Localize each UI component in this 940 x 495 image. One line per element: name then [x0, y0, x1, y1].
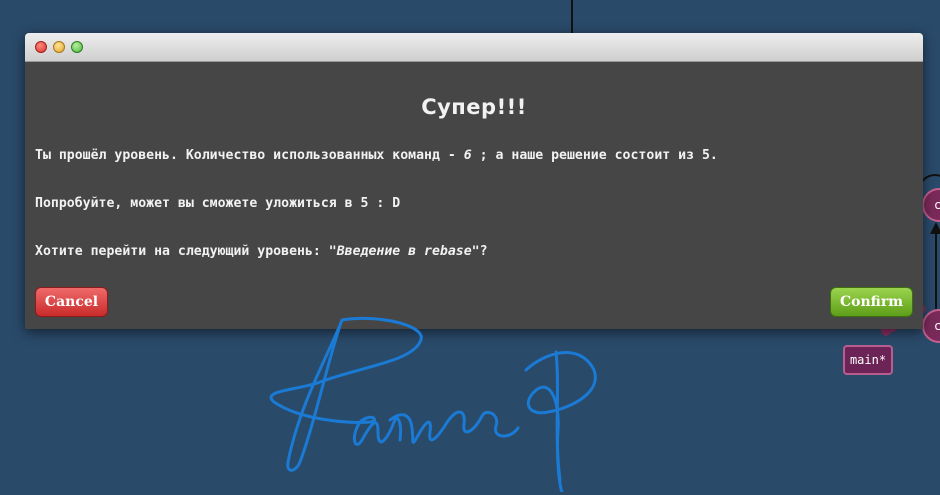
handwritten-signature-drawing: [269, 316, 597, 492]
command-count: 6: [463, 148, 472, 163]
minimize-window-icon[interactable]: [53, 41, 65, 53]
level-complete-dialog: Супер!!! Ты прошёл уровень. Количество и…: [25, 33, 923, 329]
result-text: Ты прошёл уровень. Количество использова…: [35, 148, 464, 163]
dialog-title: Супер!!!: [421, 95, 527, 119]
confirm-button[interactable]: Confirm: [830, 287, 913, 317]
tree-edge: [571, 0, 573, 34]
next-level-question: Хотите перейти на следующий уровень: "Вв…: [35, 244, 488, 259]
close-window-icon[interactable]: [35, 41, 47, 53]
window-titlebar: [25, 33, 923, 62]
question-text: Хотите перейти на следующий уровень:: [35, 244, 329, 259]
cancel-button[interactable]: Cancel: [35, 287, 108, 317]
result-message: Ты прошёл уровень. Количество использова…: [35, 148, 718, 163]
branch-label-main[interactable]: main*: [843, 345, 893, 375]
question-mark: ?: [479, 244, 488, 259]
suggestion-message: Попробуйте, может вы сможете уложиться в…: [35, 196, 401, 211]
next-level-name: "Введение в rebase": [328, 244, 480, 259]
commit-node[interactable]: c: [922, 309, 940, 343]
maximize-window-icon[interactable]: [71, 41, 83, 53]
dialog-content: Супер!!! Ты прошёл уровень. Количество и…: [25, 62, 923, 329]
tree-edge: [935, 232, 937, 309]
result-text-end: ; а наше решение состоит из 5.: [471, 148, 718, 163]
